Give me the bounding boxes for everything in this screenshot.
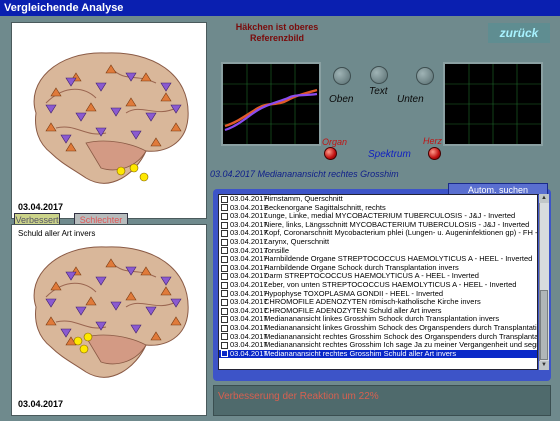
- scrollbar-thumb[interactable]: [540, 290, 548, 360]
- herz-indicator-led[interactable]: [428, 147, 441, 160]
- row-text: CHROMOFILE ADENOZYTEN römisch-katholisch…: [264, 298, 481, 307]
- brain-bottom-image: [33, 246, 189, 378]
- spektrum-label: Spektrum: [368, 149, 411, 160]
- row-text: Mediananansicht rechtes Grosshim Ich sag…: [264, 341, 537, 350]
- row-text: Leber, von unten STREPTOCOCCUS HAEMOLYTI…: [264, 280, 517, 289]
- row-checkbox[interactable]: [221, 212, 228, 220]
- row-text: Mediananansicht rechtes Grosshim Schock …: [264, 332, 537, 341]
- organ-indicator-led[interactable]: [324, 147, 337, 160]
- reference-hint: Häkchen ist oberes Referenzbild: [235, 22, 319, 43]
- result-text: Verbesserung der Reaktion um 22%: [218, 391, 379, 402]
- scroll-up-icon[interactable]: ▲: [539, 194, 549, 203]
- row-checkbox[interactable]: [221, 298, 228, 306]
- window-title: Vergleichende Analyse: [0, 0, 560, 16]
- list-item[interactable]: 03.04.2017 Mediananansicht rechtes Grossh…: [219, 348, 537, 359]
- row-checkbox[interactable]: [221, 221, 228, 229]
- row-checkbox[interactable]: [221, 204, 228, 212]
- row-text: Niere, links, Längsschnitt MYCOBACTERIUM…: [264, 220, 530, 229]
- row-text: Darm STREPTOCOCCUS HAEMOLYTICUS A - HEEL…: [264, 272, 479, 281]
- heart-curve-display: [445, 64, 541, 144]
- row-text: Lunge, Linke, medial MYCOBACTERIUM TUBER…: [264, 212, 516, 221]
- row-checkbox[interactable]: [221, 324, 228, 332]
- text-button[interactable]: [370, 66, 388, 84]
- row-checkbox[interactable]: [221, 341, 228, 349]
- analysis-caption: 03.04.2017 Mediananansicht rechtes Gross…: [210, 169, 399, 179]
- row-text: Harnbildende Organe Schock durch Transpl…: [264, 263, 459, 272]
- row-checkbox[interactable]: [221, 307, 228, 315]
- row-text: Hypophyse TOXOPLASMA GONDII - HEEL - Inv…: [264, 289, 444, 298]
- top-image-date: 03.04.2017: [18, 202, 64, 212]
- row-checkbox[interactable]: [221, 238, 228, 246]
- bottom-image-date: 03.04.2017: [18, 399, 64, 409]
- analysis-list[interactable]: 03.04.2017 Hirnstamm, Querschnitt 03.04.20…: [218, 194, 538, 370]
- row-text: Mediananansicht linkes Grosshim Schock d…: [264, 323, 537, 332]
- row-text: Mediananansicht rechtes Grosshim Schuld …: [264, 349, 457, 358]
- row-text: Kopf, Coronarschnitt Mycobacterium phlei…: [264, 229, 537, 238]
- herz-label: Herz: [423, 136, 443, 146]
- row-text: Mediananansicht linkes Grosshim Schock d…: [264, 315, 500, 324]
- oben-button[interactable]: [333, 67, 351, 85]
- row-checkbox[interactable]: [221, 273, 228, 281]
- row-checkbox[interactable]: [221, 247, 228, 255]
- row-checkbox[interactable]: [221, 350, 228, 358]
- unten-button[interactable]: [416, 67, 434, 85]
- row-text: Harnbildende Organe STREPTOCOCCUS HAEMOL…: [264, 255, 533, 264]
- row-text: CHROMOFILE ADENOZYTEN Schuld aller Art i…: [264, 306, 442, 315]
- brain-top-image: [33, 52, 189, 184]
- row-text: Hirnstamm, Querschnitt: [264, 195, 343, 203]
- row-checkbox[interactable]: [221, 230, 228, 238]
- comparison-image-panel[interactable]: Schuld aller Art invers 03.04.2017: [11, 224, 207, 416]
- organ-label: Organ: [322, 137, 348, 147]
- row-text: Larynx, Querschnitt: [264, 237, 330, 246]
- row-date: 03.04.2017: [230, 348, 268, 358]
- row-text: Beckenorgane Sagittalschnitt, rechts: [264, 203, 386, 212]
- scroll-down-icon[interactable]: ▼: [539, 361, 549, 370]
- organ-monitor: [221, 62, 321, 146]
- reference-image-panel[interactable]: 03.04.2017: [11, 22, 207, 219]
- row-checkbox[interactable]: [221, 255, 228, 263]
- row-checkbox[interactable]: [221, 333, 228, 341]
- unten-label: Unten: [397, 94, 424, 105]
- text-label: Text: [369, 86, 388, 97]
- back-button[interactable]: zurück: [488, 23, 550, 43]
- row-checkbox[interactable]: [221, 264, 228, 272]
- row-checkbox[interactable]: [221, 281, 228, 289]
- row-checkbox[interactable]: [221, 195, 228, 203]
- heart-monitor: [443, 62, 543, 146]
- row-checkbox[interactable]: [221, 316, 228, 324]
- oben-label: Oben: [329, 94, 354, 105]
- row-text: Tonsille: [264, 246, 290, 255]
- organ-curve-display: [223, 64, 319, 144]
- row-checkbox[interactable]: [221, 290, 228, 298]
